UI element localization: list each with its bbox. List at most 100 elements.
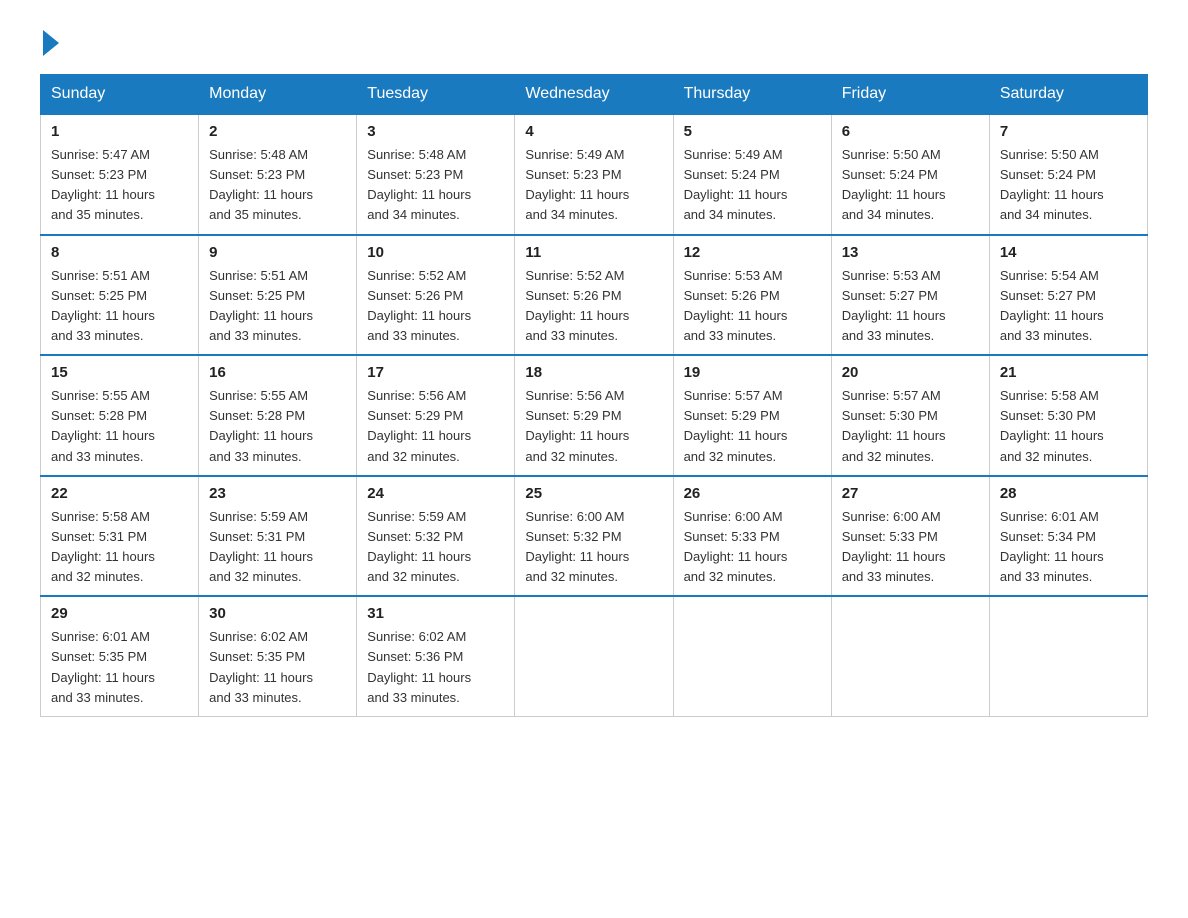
day-info: Sunrise: 5:52 AM Sunset: 5:26 PM Dayligh… — [367, 266, 504, 347]
calendar-cell: 15 Sunrise: 5:55 AM Sunset: 5:28 PM Dayl… — [41, 355, 199, 476]
header-tuesday: Tuesday — [357, 75, 515, 115]
day-info: Sunrise: 5:50 AM Sunset: 5:24 PM Dayligh… — [842, 145, 979, 226]
page-header — [40, 30, 1148, 54]
day-number: 5 — [684, 123, 821, 140]
calendar-cell: 3 Sunrise: 5:48 AM Sunset: 5:23 PM Dayli… — [357, 114, 515, 235]
calendar-cell: 30 Sunrise: 6:02 AM Sunset: 5:35 PM Dayl… — [199, 596, 357, 716]
calendar-table: SundayMondayTuesdayWednesdayThursdayFrid… — [40, 74, 1148, 717]
day-number: 7 — [1000, 123, 1137, 140]
calendar-cell — [831, 596, 989, 716]
calendar-cell: 24 Sunrise: 5:59 AM Sunset: 5:32 PM Dayl… — [357, 476, 515, 597]
header-friday: Friday — [831, 75, 989, 115]
day-number: 21 — [1000, 364, 1137, 381]
day-number: 15 — [51, 364, 188, 381]
day-number: 20 — [842, 364, 979, 381]
calendar-cell: 8 Sunrise: 5:51 AM Sunset: 5:25 PM Dayli… — [41, 235, 199, 356]
day-info: Sunrise: 5:54 AM Sunset: 5:27 PM Dayligh… — [1000, 266, 1137, 347]
day-number: 2 — [209, 123, 346, 140]
day-info: Sunrise: 6:01 AM Sunset: 5:34 PM Dayligh… — [1000, 507, 1137, 588]
day-number: 28 — [1000, 485, 1137, 502]
calendar-cell: 12 Sunrise: 5:53 AM Sunset: 5:26 PM Dayl… — [673, 235, 831, 356]
calendar-cell: 21 Sunrise: 5:58 AM Sunset: 5:30 PM Dayl… — [989, 355, 1147, 476]
calendar-cell: 14 Sunrise: 5:54 AM Sunset: 5:27 PM Dayl… — [989, 235, 1147, 356]
day-number: 12 — [684, 244, 821, 261]
calendar-header-row: SundayMondayTuesdayWednesdayThursdayFrid… — [41, 75, 1148, 115]
calendar-cell: 6 Sunrise: 5:50 AM Sunset: 5:24 PM Dayli… — [831, 114, 989, 235]
day-info: Sunrise: 5:57 AM Sunset: 5:29 PM Dayligh… — [684, 386, 821, 467]
logo — [40, 30, 59, 54]
calendar-cell: 9 Sunrise: 5:51 AM Sunset: 5:25 PM Dayli… — [199, 235, 357, 356]
day-number: 30 — [209, 605, 346, 622]
calendar-cell: 31 Sunrise: 6:02 AM Sunset: 5:36 PM Dayl… — [357, 596, 515, 716]
day-number: 27 — [842, 485, 979, 502]
day-info: Sunrise: 5:56 AM Sunset: 5:29 PM Dayligh… — [525, 386, 662, 467]
calendar-cell — [515, 596, 673, 716]
day-number: 18 — [525, 364, 662, 381]
calendar-cell: 19 Sunrise: 5:57 AM Sunset: 5:29 PM Dayl… — [673, 355, 831, 476]
calendar-week-row: 8 Sunrise: 5:51 AM Sunset: 5:25 PM Dayli… — [41, 235, 1148, 356]
day-info: Sunrise: 5:55 AM Sunset: 5:28 PM Dayligh… — [209, 386, 346, 467]
logo-arrow-icon — [43, 30, 59, 56]
day-info: Sunrise: 5:55 AM Sunset: 5:28 PM Dayligh… — [51, 386, 188, 467]
day-number: 23 — [209, 485, 346, 502]
header-thursday: Thursday — [673, 75, 831, 115]
calendar-week-row: 15 Sunrise: 5:55 AM Sunset: 5:28 PM Dayl… — [41, 355, 1148, 476]
calendar-cell: 16 Sunrise: 5:55 AM Sunset: 5:28 PM Dayl… — [199, 355, 357, 476]
day-number: 10 — [367, 244, 504, 261]
calendar-week-row: 22 Sunrise: 5:58 AM Sunset: 5:31 PM Dayl… — [41, 476, 1148, 597]
calendar-week-row: 1 Sunrise: 5:47 AM Sunset: 5:23 PM Dayli… — [41, 114, 1148, 235]
calendar-cell: 28 Sunrise: 6:01 AM Sunset: 5:34 PM Dayl… — [989, 476, 1147, 597]
calendar-cell: 1 Sunrise: 5:47 AM Sunset: 5:23 PM Dayli… — [41, 114, 199, 235]
calendar-cell — [673, 596, 831, 716]
day-info: Sunrise: 5:57 AM Sunset: 5:30 PM Dayligh… — [842, 386, 979, 467]
day-info: Sunrise: 5:56 AM Sunset: 5:29 PM Dayligh… — [367, 386, 504, 467]
calendar-cell: 17 Sunrise: 5:56 AM Sunset: 5:29 PM Dayl… — [357, 355, 515, 476]
day-info: Sunrise: 5:53 AM Sunset: 5:26 PM Dayligh… — [684, 266, 821, 347]
day-info: Sunrise: 6:02 AM Sunset: 5:35 PM Dayligh… — [209, 627, 346, 708]
calendar-cell: 7 Sunrise: 5:50 AM Sunset: 5:24 PM Dayli… — [989, 114, 1147, 235]
day-info: Sunrise: 5:48 AM Sunset: 5:23 PM Dayligh… — [209, 145, 346, 226]
calendar-cell: 10 Sunrise: 5:52 AM Sunset: 5:26 PM Dayl… — [357, 235, 515, 356]
day-number: 22 — [51, 485, 188, 502]
day-number: 13 — [842, 244, 979, 261]
day-info: Sunrise: 5:49 AM Sunset: 5:23 PM Dayligh… — [525, 145, 662, 226]
day-info: Sunrise: 6:02 AM Sunset: 5:36 PM Dayligh… — [367, 627, 504, 708]
day-number: 8 — [51, 244, 188, 261]
header-sunday: Sunday — [41, 75, 199, 115]
day-info: Sunrise: 5:58 AM Sunset: 5:30 PM Dayligh… — [1000, 386, 1137, 467]
day-info: Sunrise: 6:00 AM Sunset: 5:33 PM Dayligh… — [842, 507, 979, 588]
calendar-cell: 23 Sunrise: 5:59 AM Sunset: 5:31 PM Dayl… — [199, 476, 357, 597]
day-number: 3 — [367, 123, 504, 140]
calendar-cell — [989, 596, 1147, 716]
header-monday: Monday — [199, 75, 357, 115]
calendar-cell: 13 Sunrise: 5:53 AM Sunset: 5:27 PM Dayl… — [831, 235, 989, 356]
day-info: Sunrise: 5:59 AM Sunset: 5:32 PM Dayligh… — [367, 507, 504, 588]
calendar-cell: 29 Sunrise: 6:01 AM Sunset: 5:35 PM Dayl… — [41, 596, 199, 716]
day-info: Sunrise: 5:51 AM Sunset: 5:25 PM Dayligh… — [51, 266, 188, 347]
day-info: Sunrise: 5:58 AM Sunset: 5:31 PM Dayligh… — [51, 507, 188, 588]
calendar-cell: 22 Sunrise: 5:58 AM Sunset: 5:31 PM Dayl… — [41, 476, 199, 597]
day-number: 16 — [209, 364, 346, 381]
day-info: Sunrise: 5:51 AM Sunset: 5:25 PM Dayligh… — [209, 266, 346, 347]
day-info: Sunrise: 6:00 AM Sunset: 5:33 PM Dayligh… — [684, 507, 821, 588]
day-info: Sunrise: 5:50 AM Sunset: 5:24 PM Dayligh… — [1000, 145, 1137, 226]
day-info: Sunrise: 6:00 AM Sunset: 5:32 PM Dayligh… — [525, 507, 662, 588]
day-number: 26 — [684, 485, 821, 502]
day-number: 29 — [51, 605, 188, 622]
day-number: 14 — [1000, 244, 1137, 261]
day-number: 1 — [51, 123, 188, 140]
header-wednesday: Wednesday — [515, 75, 673, 115]
day-info: Sunrise: 5:52 AM Sunset: 5:26 PM Dayligh… — [525, 266, 662, 347]
day-number: 24 — [367, 485, 504, 502]
day-number: 9 — [209, 244, 346, 261]
calendar-cell: 11 Sunrise: 5:52 AM Sunset: 5:26 PM Dayl… — [515, 235, 673, 356]
calendar-cell: 20 Sunrise: 5:57 AM Sunset: 5:30 PM Dayl… — [831, 355, 989, 476]
day-number: 4 — [525, 123, 662, 140]
day-number: 17 — [367, 364, 504, 381]
calendar-cell: 25 Sunrise: 6:00 AM Sunset: 5:32 PM Dayl… — [515, 476, 673, 597]
day-number: 19 — [684, 364, 821, 381]
day-number: 31 — [367, 605, 504, 622]
calendar-cell: 26 Sunrise: 6:00 AM Sunset: 5:33 PM Dayl… — [673, 476, 831, 597]
day-number: 25 — [525, 485, 662, 502]
day-info: Sunrise: 5:49 AM Sunset: 5:24 PM Dayligh… — [684, 145, 821, 226]
